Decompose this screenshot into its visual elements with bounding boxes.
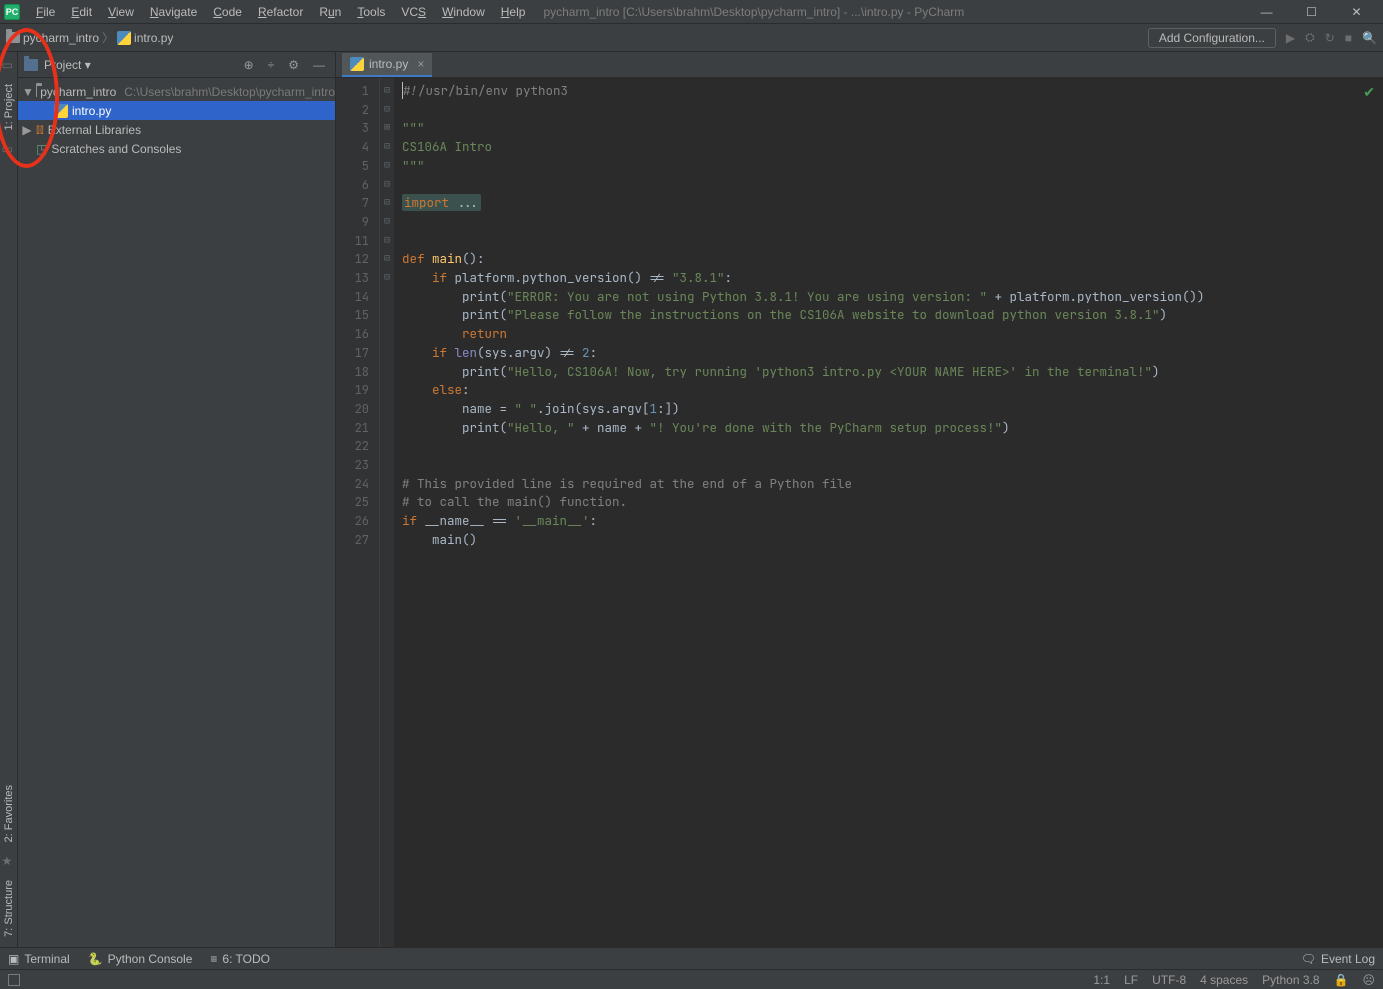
terminal-icon: ▣	[8, 952, 19, 966]
inspection-ok-icon[interactable]: ✔	[1363, 84, 1375, 101]
ide-fatal-icon[interactable]: ☹	[1362, 973, 1375, 987]
status-encoding[interactable]: UTF-8	[1152, 973, 1186, 987]
python-file-icon	[117, 31, 131, 45]
python-file-icon	[350, 57, 364, 71]
menu-window[interactable]: Window	[434, 0, 493, 24]
tree-scratches[interactable]: ◳ Scratches and Consoles	[18, 139, 335, 158]
menu-file[interactable]: File	[28, 0, 63, 24]
left-tab-project[interactable]: 1: Project	[3, 84, 15, 130]
chevron-right-icon: 〉	[102, 29, 114, 46]
left-tab-favorites[interactable]: 2: Favorites	[3, 785, 15, 842]
todo-icon: ≡	[210, 952, 217, 966]
tree-root[interactable]: ▼ pycharm_intro C:\Users\brahm\Desktop\p…	[18, 82, 335, 101]
python-file-icon	[54, 104, 68, 118]
project-view-icon	[24, 59, 38, 71]
menu-edit[interactable]: Edit	[63, 0, 100, 24]
tool-event-log[interactable]: 🗨Event Log	[1301, 952, 1375, 966]
python-icon: 🐍	[88, 952, 103, 966]
menu-tools[interactable]: Tools	[349, 0, 393, 24]
app-icon: PC	[4, 4, 20, 20]
debug-icon[interactable]: ⛭	[1305, 30, 1315, 45]
readonly-lock-icon[interactable]: 🔒	[1334, 973, 1349, 987]
close-tab-icon[interactable]: ×	[413, 57, 424, 71]
breadcrumb-file[interactable]: intro.py	[134, 31, 173, 45]
tree-external-libs[interactable]: ▶ ⫾⫾ External Libraries	[18, 120, 335, 139]
tool-todo[interactable]: ≡6: TODO	[210, 952, 270, 966]
menu-code[interactable]: Code	[205, 0, 250, 24]
coverage-icon[interactable]: ↻	[1325, 31, 1335, 45]
event-log-icon: 🗨	[1301, 952, 1316, 966]
settings-icon[interactable]: ⚙	[284, 58, 303, 72]
menu-refactor[interactable]: Refactor	[250, 0, 311, 24]
breadcrumb-project[interactable]: pycharm_intro	[23, 31, 99, 45]
folder-icon	[6, 32, 20, 43]
minimize-button[interactable]: —	[1244, 0, 1289, 24]
tool-python-console[interactable]: 🐍Python Console	[88, 952, 193, 966]
code-content[interactable]: #!/usr/bin/env python3 """ CS106A Intro …	[394, 78, 1383, 969]
run-icon[interactable]: ▶	[1286, 31, 1295, 45]
status-line-ending[interactable]: LF	[1124, 973, 1138, 987]
status-caret[interactable]: 1:1	[1093, 973, 1110, 987]
expand-arrow-icon[interactable]: ▶	[22, 123, 32, 137]
main-menu: File Edit View Navigate Code Refactor Ru…	[28, 0, 533, 24]
tool-terminal[interactable]: ▣Terminal	[8, 952, 70, 966]
project-strip-icon: ▭	[2, 58, 16, 72]
editor-tab-intro[interactable]: intro.py ×	[342, 53, 432, 77]
stop-icon[interactable]: ■	[1345, 31, 1352, 45]
menu-view[interactable]: View	[100, 0, 142, 24]
menu-vcs[interactable]: VCS	[393, 0, 434, 24]
project-tool-window: Project ▾ ⊕ ÷ ⚙ — ▼ pycharm_intro C:\Use…	[18, 52, 336, 969]
fold-gutter[interactable]: ⊟⊟⊞⊟⊟⊟⊟⊟⊟⊟⊟	[380, 78, 394, 969]
breadcrumb: pycharm_intro 〉 intro.py	[6, 29, 173, 46]
search-icon[interactable]: 🔍	[1362, 31, 1377, 45]
collapse-icon[interactable]: ÷	[264, 58, 279, 72]
tree-file-intro[interactable]: intro.py	[18, 101, 335, 120]
library-icon: ⫾⫾	[36, 122, 44, 137]
expand-arrow-icon[interactable]: ▼	[22, 85, 32, 99]
folder-strip-icon: ▭	[2, 142, 16, 156]
window-title: pycharm_intro [C:\Users\brahm\Desktop\py…	[533, 5, 1244, 19]
status-toolwindows-icon[interactable]	[8, 974, 20, 986]
close-button[interactable]: ✕	[1334, 0, 1379, 24]
tab-label: intro.py	[369, 57, 408, 71]
menu-help[interactable]: Help	[493, 0, 534, 24]
status-indent[interactable]: 4 spaces	[1200, 973, 1248, 987]
add-configuration-button[interactable]: Add Configuration...	[1148, 28, 1276, 48]
hide-icon[interactable]: —	[309, 58, 329, 72]
code-editor[interactable]: 1234567911121314151617181920212223242526…	[336, 78, 1383, 969]
menu-run[interactable]: Run	[311, 0, 349, 24]
scratches-icon: ◳	[36, 142, 47, 156]
maximize-button[interactable]: ☐	[1289, 0, 1334, 24]
status-interpreter[interactable]: Python 3.8	[1262, 973, 1319, 987]
menu-navigate[interactable]: Navigate	[142, 0, 205, 24]
locate-icon[interactable]: ⊕	[240, 58, 258, 72]
project-tree: ▼ pycharm_intro C:\Users\brahm\Desktop\p…	[18, 78, 335, 162]
project-view-title[interactable]: Project ▾	[44, 58, 234, 72]
left-tab-structure[interactable]: 7: Structure	[3, 880, 15, 937]
star-icon: ★	[2, 854, 16, 868]
line-number-gutter: 1234567911121314151617181920212223242526…	[336, 78, 380, 969]
